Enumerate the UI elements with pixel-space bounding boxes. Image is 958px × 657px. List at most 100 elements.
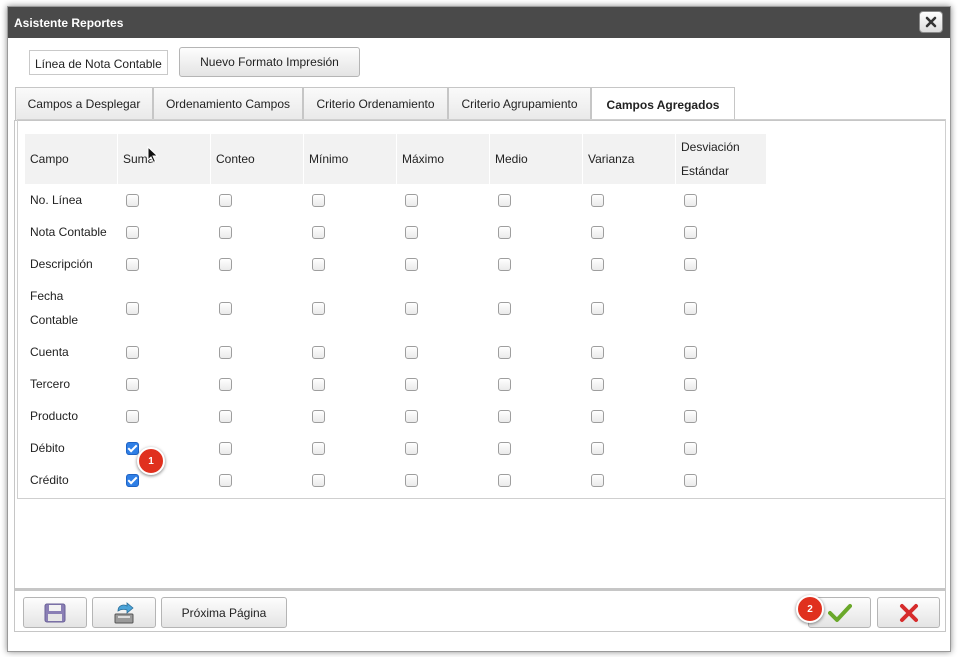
varianza-checkbox[interactable] [590, 409, 604, 423]
medio-checkbox[interactable] [497, 345, 511, 359]
export-button[interactable] [92, 597, 156, 628]
medio-checkbox[interactable] [497, 377, 511, 391]
conteo-checkbox[interactable] [218, 409, 232, 423]
checkbox-cell [676, 248, 767, 280]
checkbox-cell [490, 216, 583, 248]
medio-checkbox[interactable] [497, 441, 511, 455]
varianza-checkbox[interactable] [590, 225, 604, 239]
minimo-checkbox[interactable] [311, 257, 325, 271]
table-body: No. Línea Nota Contable Descripción Fecha C… [25, 184, 767, 496]
checkbox-cell [583, 464, 676, 496]
next-page-button[interactable]: Próxima Página [161, 597, 287, 628]
conteo-checkbox[interactable] [218, 377, 232, 391]
maximo-checkbox[interactable] [404, 257, 418, 271]
maximo-checkbox[interactable] [404, 193, 418, 207]
maximo-checkbox[interactable] [404, 441, 418, 455]
field-name-cell: Fecha Contable [30, 289, 79, 327]
checkbox-cell [490, 336, 583, 368]
tab-field-ordering[interactable]: Ordenamiento Campos [153, 87, 303, 120]
minimo-checkbox[interactable] [311, 441, 325, 455]
mouse-pointer-icon [147, 146, 159, 164]
conteo-checkbox[interactable] [218, 193, 232, 207]
column-header-maximo: Máximo [396, 134, 490, 184]
checkbox-cell [583, 336, 676, 368]
medio-checkbox[interactable] [497, 225, 511, 239]
checkbox-cell [118, 336, 211, 368]
medio-checkbox[interactable] [497, 301, 511, 315]
table-row: Crédito [25, 464, 767, 496]
column-header-conteo: Conteo [210, 134, 304, 184]
medio-checkbox[interactable] [497, 193, 511, 207]
suma-checkbox[interactable] [125, 345, 139, 359]
minimo-checkbox[interactable] [311, 193, 325, 207]
minimo-checkbox[interactable] [311, 345, 325, 359]
conteo-checkbox[interactable] [218, 225, 232, 239]
conteo-checkbox[interactable] [218, 345, 232, 359]
maximo-checkbox[interactable] [404, 345, 418, 359]
minimo-checkbox[interactable] [311, 301, 325, 315]
suma-checkbox[interactable] [125, 193, 139, 207]
tab-grouping-criteria[interactable]: Criterio Agrupamiento [448, 87, 591, 120]
varianza-checkbox[interactable] [590, 193, 604, 207]
varianza-checkbox[interactable] [590, 257, 604, 271]
desviacion-checkbox[interactable] [683, 345, 697, 359]
table-row: No. Línea [25, 184, 767, 216]
suma-checkbox[interactable] [125, 409, 139, 423]
varianza-checkbox[interactable] [590, 441, 604, 455]
checkbox-cell [397, 280, 490, 336]
desviacion-checkbox[interactable] [683, 225, 697, 239]
varianza-checkbox[interactable] [590, 301, 604, 315]
conteo-checkbox[interactable] [218, 301, 232, 315]
cancel-button[interactable] [877, 597, 940, 628]
varianza-checkbox[interactable] [590, 473, 604, 487]
desviacion-checkbox[interactable] [683, 441, 697, 455]
maximo-checkbox[interactable] [404, 473, 418, 487]
tab-ordering-criteria[interactable]: Criterio Ordenamiento [303, 87, 448, 120]
medio-checkbox[interactable] [497, 257, 511, 271]
column-header-medio: Medio [489, 134, 583, 184]
checkbox-cell [118, 216, 211, 248]
desviacion-checkbox[interactable] [683, 377, 697, 391]
checkbox-cell [583, 216, 676, 248]
new-print-format-button[interactable]: Nuevo Formato Impresión [179, 47, 360, 77]
medio-checkbox[interactable] [497, 473, 511, 487]
conteo-checkbox[interactable] [218, 257, 232, 271]
tab-aggregate-fields[interactable]: Campos Agregados [591, 87, 735, 121]
varianza-checkbox[interactable] [590, 345, 604, 359]
checkbox-cell [118, 464, 211, 496]
medio-checkbox[interactable] [497, 409, 511, 423]
desviacion-checkbox[interactable] [683, 409, 697, 423]
suma-checkbox[interactable] [125, 257, 139, 271]
close-button[interactable] [919, 11, 943, 33]
maximo-checkbox[interactable] [404, 377, 418, 391]
minimo-checkbox[interactable] [311, 377, 325, 391]
checkbox-cell [397, 464, 490, 496]
desviacion-checkbox[interactable] [683, 301, 697, 315]
save-button[interactable] [23, 597, 87, 628]
minimo-checkbox[interactable] [311, 473, 325, 487]
checkbox-cell [676, 184, 767, 216]
suma-checkbox[interactable] [125, 441, 139, 455]
minimo-checkbox[interactable] [311, 225, 325, 239]
footer-toolbar: Próxima Página 2 [14, 589, 946, 632]
suma-checkbox[interactable] [125, 377, 139, 391]
suma-checkbox[interactable] [125, 473, 139, 487]
suma-checkbox[interactable] [125, 301, 139, 315]
close-icon [925, 16, 937, 28]
tab-fields-display[interactable]: Campos a Desplegar [15, 87, 153, 120]
maximo-checkbox[interactable] [404, 409, 418, 423]
conteo-checkbox[interactable] [218, 441, 232, 455]
desviacion-checkbox[interactable] [683, 257, 697, 271]
report-line-field[interactable]: Línea de Nota Contable [29, 50, 168, 75]
suma-checkbox[interactable] [125, 225, 139, 239]
checkbox-cell [583, 184, 676, 216]
conteo-checkbox[interactable] [218, 473, 232, 487]
column-header-suma: Suma [117, 134, 211, 184]
maximo-checkbox[interactable] [404, 301, 418, 315]
checkbox-cell [211, 464, 304, 496]
minimo-checkbox[interactable] [311, 409, 325, 423]
desviacion-checkbox[interactable] [683, 193, 697, 207]
maximo-checkbox[interactable] [404, 225, 418, 239]
desviacion-checkbox[interactable] [683, 473, 697, 487]
varianza-checkbox[interactable] [590, 377, 604, 391]
